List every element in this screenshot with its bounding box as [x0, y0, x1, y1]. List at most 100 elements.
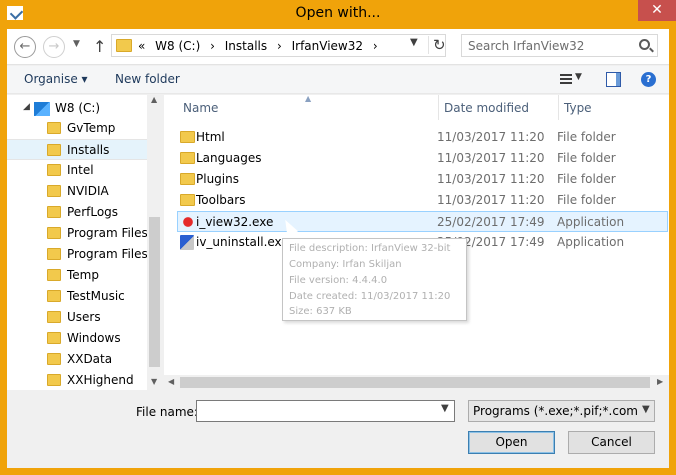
search-icon[interactable] [639, 39, 650, 50]
uninstall-app-icon [180, 235, 194, 250]
help-icon[interactable]: ? [641, 72, 656, 87]
file-date: 11/03/2017 11:20 [437, 151, 545, 165]
file-row-hovered[interactable]: i_view32.exe 25/02/2017 17:49 Applicatio… [177, 211, 668, 232]
column-headers: ▲ Name Date modified Type [164, 94, 669, 120]
tree-item-label: Installs [67, 143, 110, 157]
column-name[interactable]: Name [183, 101, 218, 115]
tree-item-temp[interactable]: Temp [7, 265, 147, 286]
close-button[interactable]: ✕ [638, 0, 676, 21]
sort-indicator-icon: ▲ [305, 94, 312, 103]
file-date: 11/03/2017 11:20 [437, 172, 545, 186]
tree-item-users[interactable]: Users [7, 307, 147, 328]
tree-item-gvtemp[interactable]: GvTemp [7, 118, 147, 139]
folder-icon [180, 131, 195, 143]
tree-item-intel[interactable]: Intel [7, 160, 147, 181]
breadcrumb-separator[interactable]: › [277, 39, 282, 53]
forward-button[interactable]: → [43, 36, 65, 58]
folder-icon [180, 173, 195, 185]
expand-chevron-icon[interactable]: ◢ [23, 102, 30, 112]
breadcrumb-separator[interactable]: › [210, 39, 215, 53]
file-row[interactable]: Html 11/03/2017 11:20 File folder [178, 127, 669, 148]
recent-locations-chevron-icon[interactable]: ▼ [73, 39, 80, 49]
tooltip-line: Size: 637 KB [289, 306, 352, 317]
folder-icon [47, 290, 61, 302]
file-name-dropdown-icon[interactable]: ▼ [441, 403, 449, 414]
file-list-horizontal-scrollbar[interactable]: ◀ ▶ [164, 375, 669, 390]
cancel-button[interactable]: Cancel [568, 431, 655, 454]
tree-item-program-files-x86[interactable]: Program Files ( [7, 244, 147, 265]
filter-dropdown-icon[interactable]: ▼ [642, 404, 650, 415]
column-divider[interactable] [438, 95, 439, 120]
scroll-left-icon[interactable]: ◀ [168, 377, 174, 386]
view-dropdown-icon[interactable]: ▼ [575, 72, 582, 82]
breadcrumb-separator[interactable]: › [373, 39, 378, 53]
up-button[interactable]: ↑ [93, 37, 106, 56]
breadcrumb-irfanview32[interactable]: IrfanView32 [292, 39, 363, 53]
file-name-label: File name: [136, 405, 198, 419]
folder-icon [116, 39, 132, 52]
back-button[interactable]: ← [14, 36, 36, 58]
search-input[interactable]: Search IrfanView32 [468, 39, 584, 53]
file-row[interactable]: Toolbars 11/03/2017 11:20 File folder [178, 190, 669, 211]
folder-icon [47, 311, 61, 323]
tree-drive-c[interactable]: ◢ W8 (C:) [7, 99, 147, 119]
folder-icon [47, 164, 61, 176]
tree-item-label: W8 (C:) [55, 101, 101, 115]
scrollbar-thumb[interactable] [149, 217, 160, 367]
preview-pane-icon[interactable] [606, 72, 621, 87]
folder-tree: ◢ W8 (C:) GvTemp Installs Intel NVIDIA P… [7, 95, 147, 390]
address-bar[interactable]: « W8 (C:) › Installs › IrfanView32 › ▼ ↻ [111, 34, 446, 57]
file-type: File folder [557, 172, 616, 186]
file-type-filter[interactable]: Programs (*.exe;*.pif;*.com;*.bat) ▼ [468, 400, 655, 422]
file-type: File folder [557, 130, 616, 144]
drive-icon [34, 102, 50, 116]
file-row[interactable]: Languages 11/03/2017 11:20 File folder [178, 148, 669, 169]
tree-item-nvidia[interactable]: NVIDIA [7, 181, 147, 202]
tree-item-label: Program Files [67, 226, 147, 240]
scroll-down-icon[interactable]: ▼ [151, 377, 157, 386]
breadcrumb-installs[interactable]: Installs [225, 39, 267, 53]
file-name: Html [196, 130, 225, 144]
scrollbar-thumb[interactable] [180, 377, 650, 388]
view-options-icon[interactable] [560, 74, 572, 86]
tree-item-windows[interactable]: Windows [7, 328, 147, 349]
tree-item-perflogs[interactable]: PerfLogs [7, 202, 147, 223]
breadcrumb-drive[interactable]: W8 (C:) [155, 39, 200, 53]
tree-item-xxdata[interactable]: XXData [7, 349, 147, 370]
tree-item-label: Windows [67, 331, 121, 345]
folder-icon [47, 122, 61, 134]
tree-item-testmusic[interactable]: TestMusic [7, 286, 147, 307]
new-folder-button[interactable]: New folder [115, 72, 180, 86]
organise-button[interactable]: Organise ▾ [24, 72, 88, 86]
irfanview-app-icon [180, 214, 196, 230]
folder-icon [47, 227, 61, 239]
tree-item-installs[interactable]: Installs [7, 139, 147, 160]
breadcrumb-overflow[interactable]: « [138, 39, 145, 53]
file-name: Toolbars [196, 193, 246, 207]
address-dropdown-icon[interactable]: ▼ [410, 37, 418, 48]
tree-item-program-files[interactable]: Program Files [7, 223, 147, 244]
folder-icon [47, 269, 61, 281]
scroll-up-icon[interactable]: ▲ [151, 95, 157, 104]
file-name-field[interactable]: ▼ [196, 400, 455, 422]
file-type: File folder [557, 151, 616, 165]
open-button[interactable]: Open [468, 431, 555, 454]
file-type-filter-value[interactable]: Programs (*.exe;*.pif;*.com;*.bat) [473, 404, 638, 418]
file-date: 25/02/2017 17:49 [437, 215, 545, 229]
tree-item-label: GvTemp [67, 121, 116, 135]
search-box[interactable]: Search IrfanView32 [461, 34, 658, 57]
refresh-icon[interactable]: ↻ [428, 36, 446, 54]
window-title: Open with... [295, 5, 381, 21]
column-date-modified[interactable]: Date modified [444, 101, 529, 115]
tree-item-label: Intel [67, 163, 94, 177]
file-row[interactable]: Plugins 11/03/2017 11:20 File folder [178, 169, 669, 190]
folder-icon [47, 332, 61, 344]
navigation-bar: ← → ▼ ↑ « W8 (C:) › Installs › IrfanView… [7, 29, 669, 65]
tree-item-xxhighend[interactable]: XXHighend [7, 370, 147, 390]
title-bar[interactable]: Open with... ✕ [0, 0, 676, 29]
scroll-right-icon[interactable]: ▶ [657, 377, 663, 386]
column-divider[interactable] [558, 95, 559, 120]
column-type[interactable]: Type [564, 101, 592, 115]
tree-item-label: XXData [67, 352, 113, 366]
tree-scrollbar[interactable]: ▲ ▼ [147, 95, 162, 390]
